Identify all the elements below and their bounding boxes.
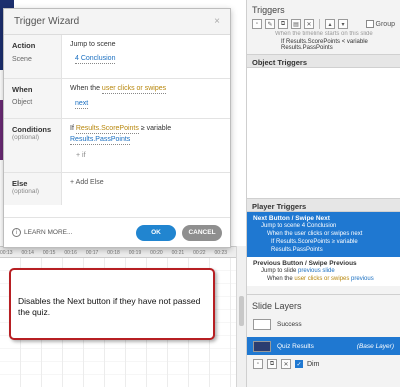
trigger-wizard-dialog: Trigger Wizard × Action Scene Jump to sc… (3, 8, 231, 248)
trigger-condition[interactable]: If Results.ScorePoints < variable Result… (247, 39, 400, 51)
layer-success[interactable]: Success (247, 315, 400, 333)
add-if-button[interactable]: + if (70, 152, 222, 159)
cancel-button[interactable]: CANCEL (182, 224, 222, 241)
delete-trigger-icon[interactable]: ✕ (304, 19, 314, 29)
scene-select[interactable]: 4 Conclusion (75, 55, 116, 64)
info-icon: i (12, 228, 21, 237)
duplicate-layer-icon[interactable]: ⧉ (267, 359, 277, 369)
triggers-toolbar: ▫ ✎ ⧉ ▤ ✕ ▴ ▾ Group (247, 17, 400, 31)
copy-trigger-icon[interactable]: ⧉ (278, 19, 288, 29)
action-label: Action (12, 41, 36, 50)
ok-button[interactable]: OK (136, 224, 176, 241)
dim-checkbox[interactable]: ✓ (295, 360, 303, 368)
prev-trigger-title: Previous Button / Swipe Previous (253, 260, 357, 267)
next-trigger-title: Next Button / Swipe Next (253, 215, 330, 222)
action-body: Jump to scene 4 Conclusion (62, 35, 230, 78)
triggers-panel: Triggers ▫ ✎ ⧉ ▤ ✕ ▴ ▾ Group When the ti… (246, 0, 400, 387)
slide-layers-title: Slide Layers (247, 294, 400, 313)
previous-button-trigger[interactable]: Previous Button / Swipe Previous Jump to… (247, 257, 400, 286)
conditions-row: Conditions (optional) If Results.ScorePo… (4, 119, 230, 173)
ruler-tick: 00:13 (0, 250, 13, 256)
toolbar-separator (319, 19, 320, 29)
object-select[interactable]: next (75, 100, 89, 109)
ruler-tick: 00:22 (193, 250, 206, 256)
layer-thumbnail (253, 340, 271, 352)
when-prefix: When the (70, 85, 102, 92)
add-else-button[interactable]: + Add Else (70, 179, 222, 186)
layer-name: Success (277, 320, 302, 328)
learn-more-link[interactable]: i LEARN MORE... (12, 228, 72, 237)
else-body: + Add Else (62, 173, 230, 205)
object-triggers-list (247, 68, 400, 198)
annotation-callout: Disables the Next button if they have no… (9, 268, 215, 340)
dim-label: Dim (307, 360, 320, 368)
trigger-line[interactable]: When the timeline starts on this slide (247, 31, 400, 39)
prev-when-link[interactable]: user clicks or swipes (294, 276, 349, 282)
new-layer-icon[interactable]: ▫ (253, 359, 263, 369)
ruler-tick: 00:21 (171, 250, 185, 256)
group-checkbox[interactable] (365, 20, 374, 28)
prev-when-prefix: When the (267, 276, 295, 282)
group-label: Group (375, 20, 395, 28)
player-triggers-header[interactable]: Player Triggers (247, 198, 400, 212)
ruler-tick: 00:14 (21, 250, 34, 256)
else-row: Else (optional) + Add Else (4, 173, 230, 205)
triggers-title: Triggers (252, 5, 285, 15)
conditions-label-cell: Conditions (optional) (4, 119, 62, 172)
timeline-scrollbar[interactable] (236, 246, 246, 387)
action-label-cell: Action Scene (4, 35, 62, 78)
dialog-footer: i LEARN MORE... OK CANCEL (4, 217, 230, 247)
cond-operator[interactable]: ≥ variable (139, 125, 171, 132)
prev-action-prefix: Jump to slide (261, 268, 299, 274)
prev-action-link[interactable]: previous slide (298, 268, 335, 274)
close-icon[interactable]: × (214, 16, 220, 27)
action-row: Action Scene Jump to scene 4 Conclusion (4, 35, 230, 79)
learn-more-label: LEARN MORE... (24, 229, 73, 236)
layer-name: Quiz Results (277, 342, 314, 350)
when-label: When (12, 85, 33, 94)
scene-label: Scene (12, 56, 32, 63)
next-trigger-cond: If Results.ScorePoints ≥ variable Result… (271, 239, 358, 253)
ruler-tick: 00:15 (42, 250, 56, 256)
else-label: Else (12, 179, 28, 188)
when-body: When the user clicks or swipes next (62, 79, 230, 118)
prev-object-link[interactable]: previous (349, 276, 374, 282)
object-label: Object (12, 99, 33, 106)
else-optional: (optional) (12, 188, 40, 195)
next-button-trigger[interactable]: Next Button / Swipe Next Jump to scene 4… (247, 212, 400, 257)
edit-trigger-icon[interactable]: ✎ (265, 19, 275, 29)
conditions-optional: (optional) (12, 134, 40, 141)
when-label-cell: When Object (4, 79, 62, 118)
action-select[interactable]: Jump to scene (70, 41, 222, 48)
move-down-icon[interactable]: ▾ (338, 19, 348, 29)
ruler-tick: 00:20 (150, 250, 163, 256)
layer-quiz-results[interactable]: Quiz Results (Base Layer) (247, 337, 400, 355)
move-up-icon[interactable]: ▴ (325, 19, 335, 29)
next-trigger-action: Jump to scene 4 Conclusion (261, 223, 337, 229)
dialog-header: Trigger Wizard × (4, 9, 230, 35)
ruler-tick: 00:23 (214, 250, 228, 256)
conditions-label: Conditions (12, 125, 52, 134)
ruler-tick: 00:17 (85, 250, 99, 256)
group-toggle[interactable]: Group (365, 20, 395, 28)
scroll-thumb[interactable] (239, 296, 244, 326)
base-layer-tag: (Base Layer) (356, 342, 394, 350)
new-trigger-icon[interactable]: ▫ (252, 19, 262, 29)
delete-layer-icon[interactable]: ✕ (281, 359, 291, 369)
cond-variable[interactable]: Results.ScorePoints (75, 125, 139, 134)
cond-rhs[interactable]: Results.PassPoints (70, 136, 131, 145)
object-triggers-header[interactable]: Object Triggers (247, 54, 400, 68)
ruler-tick: 00:19 (128, 250, 142, 256)
else-label-cell: Else (optional) (4, 173, 62, 205)
dialog-title: Trigger Wizard (14, 16, 80, 27)
ruler-tick: 00:16 (64, 250, 77, 256)
when-select[interactable]: user clicks or swipes (101, 85, 167, 94)
layer-thumbnail (253, 318, 271, 330)
paste-trigger-icon[interactable]: ▤ (291, 19, 301, 29)
ruler-tick: 00:18 (107, 250, 120, 256)
when-row: When Object When the user clicks or swip… (4, 79, 230, 119)
conditions-body: If Results.ScorePoints ≥ variable Result… (62, 119, 230, 172)
next-trigger-when: When the user clicks or swipes next (267, 231, 363, 237)
layers-toolbar: ▫ ⧉ ✕ ✓ Dim (247, 355, 400, 373)
